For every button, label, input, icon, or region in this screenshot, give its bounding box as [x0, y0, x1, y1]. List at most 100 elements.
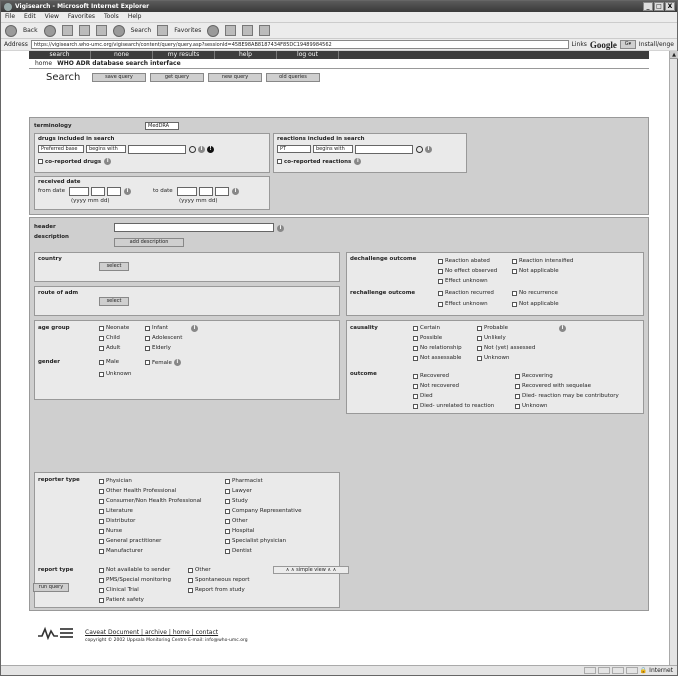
report-clinicaltrial-checkbox[interactable]: Clinical Trial [99, 587, 139, 593]
report-fromstudy-checkbox[interactable]: Report from study [188, 587, 245, 593]
footer-links[interactable]: Caveat Document | archive | home | conta… [85, 629, 218, 636]
reaction-match-select[interactable]: begins with [313, 145, 353, 153]
causality-unlikely-checkbox[interactable]: Unlikely [477, 335, 506, 341]
drug-type-select[interactable]: Preferred base [38, 145, 84, 153]
causality-info-icon[interactable]: i [559, 325, 566, 332]
causality-certain-checkbox[interactable]: Certain [413, 325, 440, 331]
edit-icon[interactable] [259, 25, 271, 36]
outcome-died-checkbox[interactable]: Died [413, 393, 433, 399]
menu-edit[interactable]: Edit [24, 13, 36, 21]
outcome-notrecovered-checkbox[interactable]: Not recovered [413, 383, 459, 389]
coreported-reactions-info-icon[interactable]: i [354, 158, 362, 165]
nav-search[interactable]: search [29, 51, 91, 59]
mail-icon[interactable] [225, 25, 237, 36]
causality-notyetassessed-checkbox[interactable]: Not (yet) assessed [477, 345, 535, 351]
gender-male-checkbox[interactable]: Male [99, 359, 119, 365]
nav-help[interactable]: help [215, 51, 277, 59]
reporter-consumer-checkbox[interactable]: Consumer/Non Health Professional [99, 498, 201, 504]
menu-tools[interactable]: Tools [104, 13, 119, 21]
reporter-study-checkbox[interactable]: Study [225, 498, 248, 504]
close-button[interactable]: X [665, 2, 675, 11]
from-year-input[interactable] [69, 187, 89, 196]
country-select-button[interactable]: select [99, 262, 129, 271]
nav-logout[interactable]: log out [277, 51, 339, 59]
rechallenge-recurred-checkbox[interactable]: Reaction recurred [438, 290, 494, 296]
gender-info-icon[interactable]: i [173, 359, 181, 366]
rechallenge-notapplicable-checkbox[interactable]: Not applicable [512, 301, 559, 307]
home-link[interactable]: home [35, 60, 52, 67]
address-input[interactable]: https://vigisearch.who-umc.org/vigisearc… [30, 40, 569, 49]
links-label[interactable]: Links [572, 41, 587, 48]
drug-search-icon[interactable] [189, 146, 196, 153]
dechallenge-unknown-checkbox[interactable]: Effect unknown [438, 278, 488, 284]
outcome-sequelae-checkbox[interactable]: Recovered with sequelae [515, 383, 591, 389]
age-infant-checkbox[interactable]: Infant [145, 325, 168, 331]
report-other-checkbox[interactable]: Other [188, 567, 211, 573]
scroll-up-icon[interactable]: ▲ [670, 51, 678, 59]
coreported-drugs-info-icon[interactable]: i [104, 158, 112, 165]
age-adolescent-checkbox[interactable]: Adolescent [145, 335, 182, 341]
installs-label[interactable]: Install/enge [639, 41, 674, 48]
menu-help[interactable]: Help [128, 13, 142, 21]
reaction-info-icon[interactable]: i [425, 146, 432, 153]
minimize-button[interactable]: _ [643, 2, 653, 11]
age-adult-checkbox[interactable]: Adult [99, 345, 120, 351]
reporter-specialist-checkbox[interactable]: Specialist physician [225, 538, 286, 544]
stop-icon[interactable] [61, 25, 73, 36]
google-search-box[interactable]: G▾ [619, 40, 636, 49]
to-day-input[interactable] [215, 187, 229, 196]
outcome-recovered-checkbox[interactable]: Recovered [413, 373, 449, 379]
coreported-drugs-checkbox[interactable]: co-reported drugs i [38, 158, 112, 165]
outcome-died-contributory-checkbox[interactable]: Died- reaction may be contributory [515, 393, 619, 399]
drug-match-select[interactable]: begins with [86, 145, 126, 153]
age-elderly-checkbox[interactable]: Elderly [145, 345, 171, 351]
simple-view-toggle[interactable]: ∧ ∧ simple view ∧ ∧ [273, 566, 349, 574]
from-date-info-icon[interactable]: i [124, 188, 131, 195]
nav-none[interactable]: none [91, 51, 153, 59]
reporter-manufacturer-checkbox[interactable]: Manufacturer [99, 548, 143, 554]
dechallenge-notapplicable-checkbox[interactable]: Not applicable [512, 268, 559, 274]
reporter-dentist-checkbox[interactable]: Dentist [225, 548, 252, 554]
report-spontaneous-checkbox[interactable]: Spontaneous report [188, 577, 250, 583]
terminology-select[interactable]: MedDRA [145, 122, 179, 130]
coreported-reactions-checkbox[interactable]: co-reported reactions i [277, 158, 362, 165]
reporter-distributor-checkbox[interactable]: Distributor [99, 518, 135, 524]
rechallenge-norecurrence-checkbox[interactable]: No recurrence [512, 290, 558, 296]
report-pms-checkbox[interactable]: PMS/Special monitoring [99, 577, 171, 583]
gender-unknown-checkbox[interactable]: Unknown [99, 371, 132, 377]
outcome-unknown-checkbox[interactable]: Unknown [515, 403, 548, 409]
from-day-input[interactable] [107, 187, 121, 196]
header-input[interactable] [114, 223, 274, 232]
drug-alert-icon[interactable]: ! [207, 146, 214, 153]
drug-input[interactable] [128, 145, 186, 154]
get-query-button[interactable]: get query [150, 73, 204, 82]
reporter-nurse-checkbox[interactable]: Nurse [99, 528, 122, 534]
favorites-icon[interactable] [157, 25, 169, 36]
menu-view[interactable]: View [45, 13, 59, 21]
add-description-button[interactable]: add description [114, 238, 184, 247]
reporter-otherhealth-checkbox[interactable]: Other Health Professional [99, 488, 176, 494]
reporter-company-checkbox[interactable]: Company Representative [225, 508, 301, 514]
gender-female-checkbox[interactable]: Female i [145, 359, 181, 366]
home-icon[interactable] [95, 25, 107, 36]
causality-unknown-checkbox[interactable]: Unknown [477, 355, 510, 361]
print-icon[interactable] [242, 25, 254, 36]
back-icon[interactable] [5, 24, 17, 37]
vertical-scrollbar[interactable]: ▲ [669, 51, 678, 665]
history-icon[interactable] [207, 24, 220, 37]
outcome-died-unrelated-checkbox[interactable]: Died- unrelated to reaction [413, 403, 494, 409]
search-toolbar-label[interactable]: Search [131, 27, 152, 34]
old-queries-button[interactable]: old queries [266, 73, 320, 82]
header-info-icon[interactable]: i [277, 225, 284, 232]
from-month-input[interactable] [91, 187, 105, 196]
outcome-recovering-checkbox[interactable]: Recovering [515, 373, 553, 379]
search-icon[interactable] [112, 24, 125, 37]
forward-icon[interactable] [43, 24, 56, 37]
report-patientsafety-checkbox[interactable]: Patient safety [99, 597, 144, 603]
dechallenge-abated-checkbox[interactable]: Reaction abated [438, 258, 490, 264]
save-query-button[interactable]: save query [92, 73, 146, 82]
age-neonate-checkbox[interactable]: Neonate [99, 325, 129, 331]
menu-favorites[interactable]: Favorites [68, 13, 95, 21]
maximize-button[interactable]: □ [654, 2, 664, 11]
to-year-input[interactable] [177, 187, 197, 196]
